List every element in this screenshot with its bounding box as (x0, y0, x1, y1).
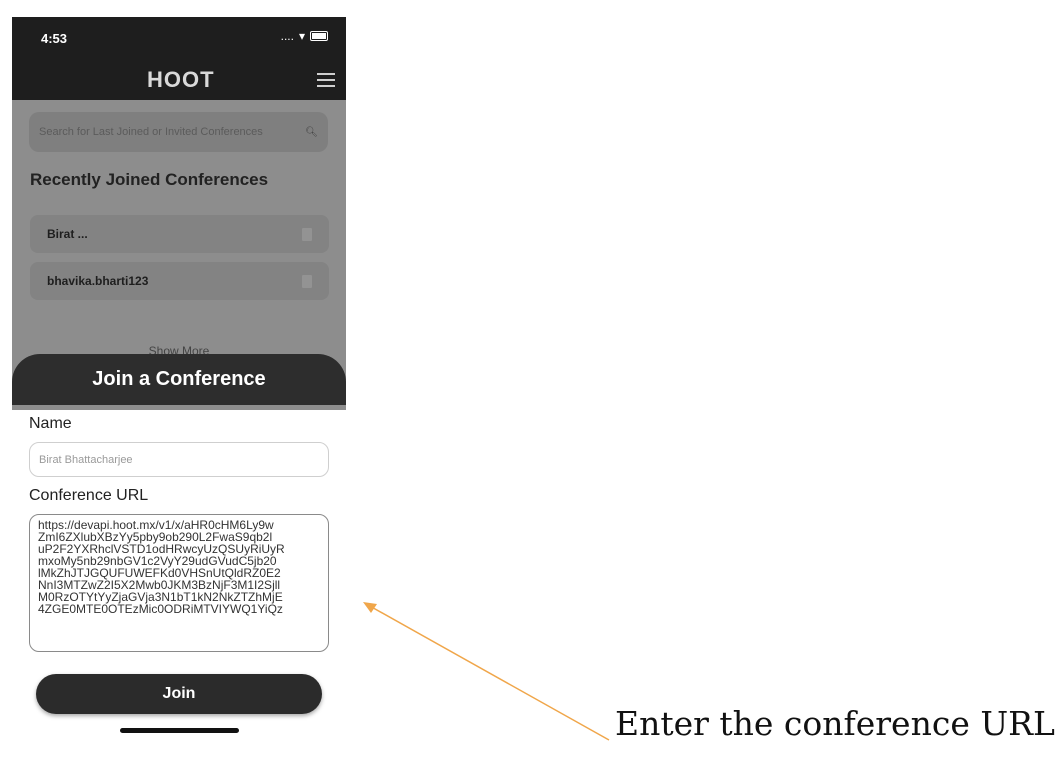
annotation-arrow (363, 602, 610, 741)
annotation-callout: Enter the conference URL (615, 704, 1055, 743)
